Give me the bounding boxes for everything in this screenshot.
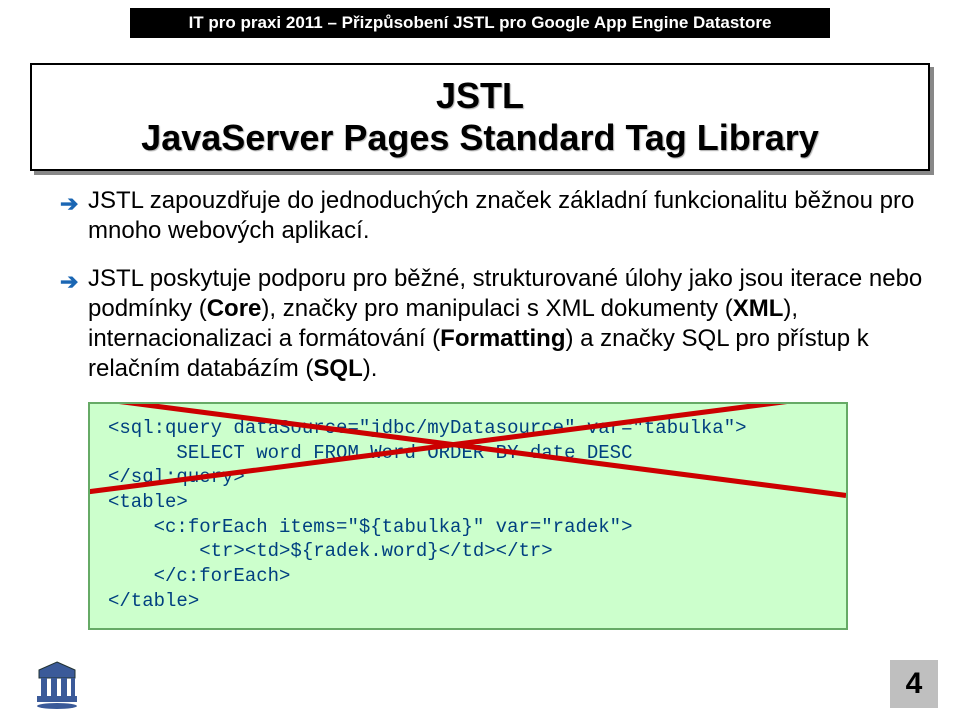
- sql-bold: SQL: [313, 355, 362, 382]
- header-text: IT pro praxi 2011 – Přizpůsobení JSTL pr…: [189, 13, 772, 33]
- code-l5: <c:forEach items="${tabulka}" var="radek…: [108, 516, 633, 538]
- code-l6: <tr><td>${radek.word}</td></tr>: [108, 540, 553, 562]
- code-box: <sql:query dataSource="jdbc/myDatasource…: [88, 402, 848, 630]
- bullet-2: ➔ JSTL poskytuje podporu pro běžné, stru…: [60, 264, 925, 384]
- title-line2: JavaServer Pages Standard Tag Library: [52, 117, 908, 159]
- university-logo-icon: [35, 660, 79, 710]
- page-number-text: 4: [906, 667, 923, 701]
- bullet-2-e: ).: [363, 355, 378, 382]
- title-box: JSTL JavaServer Pages Standard Tag Libra…: [30, 63, 930, 171]
- bullet-2-b: ), značky pro manipulaci s XML dokumenty…: [261, 295, 732, 322]
- slide-header: IT pro praxi 2011 – Přizpůsobení JSTL pr…: [130, 8, 830, 38]
- bullet-1-text: JSTL zapouzdřuje do jednoduchých značek …: [88, 187, 914, 244]
- arrow-icon: ➔: [60, 268, 78, 296]
- arrow-icon: ➔: [60, 190, 78, 218]
- code-l8: </table>: [108, 590, 199, 612]
- code-l1: <sql:query dataSource="jdbc/myDatasource…: [108, 417, 747, 439]
- title-line1: JSTL: [52, 75, 908, 117]
- code-l4: <table>: [108, 491, 188, 513]
- code-l7: </c:forEach>: [108, 565, 290, 587]
- xml-bold: XML: [733, 295, 784, 322]
- code-l3: </sql:query>: [108, 466, 245, 488]
- fmt-bold: Formatting: [440, 325, 565, 352]
- code-l2: SELECT word FROM Word ORDER BY date DESC: [108, 442, 633, 464]
- content-area: ➔ JSTL zapouzdřuje do jednoduchých znače…: [60, 186, 925, 384]
- bullet-1: ➔ JSTL zapouzdřuje do jednoduchých znače…: [60, 186, 925, 246]
- core-bold: Core: [207, 295, 262, 322]
- page-number: 4: [890, 660, 938, 708]
- footer: 4: [0, 656, 960, 712]
